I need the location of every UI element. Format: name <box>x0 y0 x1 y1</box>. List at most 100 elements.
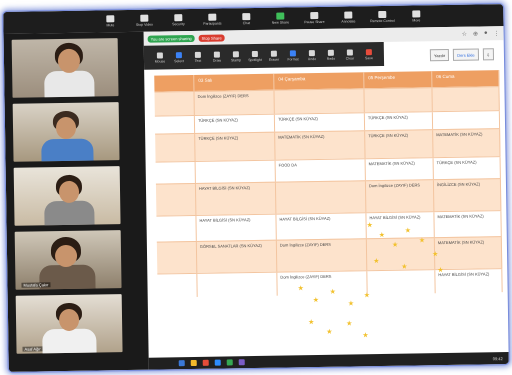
format-tool[interactable]: Format <box>285 49 301 61</box>
profile-icon[interactable]: ● <box>484 30 488 37</box>
annotation-toolbar: Mouse Select Text Draw Stamp Spotlight E… <box>143 41 385 70</box>
camera-icon <box>140 14 149 22</box>
table-cell[interactable]: Dom İngilizce (ZAYIF) DERS <box>277 271 368 296</box>
table-cell[interactable]: FOOD DA <box>275 159 366 182</box>
stamp-tool[interactable]: Stamp <box>228 50 244 62</box>
table-cell[interactable]: MATEMATİK (SN KÜYAZ) <box>433 129 501 158</box>
mouse-tool[interactable]: Mouse <box>152 51 168 63</box>
star-stamp-icon: ★ <box>326 328 333 336</box>
select-tool[interactable]: Select <box>171 51 187 63</box>
table-cell[interactable] <box>155 161 196 184</box>
save-tool[interactable]: Save <box>361 48 377 60</box>
table-cell[interactable]: TÜRKÇE (SN KÜYAZ) <box>365 130 434 159</box>
menu-icon[interactable]: ⋮ <box>494 30 500 37</box>
table-row: TÜRKÇE (SN KÜYAZ) MATEMATİK (SN KÜYAZ) TÜR… <box>155 128 501 162</box>
remote-control-button[interactable]: Remote Control <box>365 10 399 24</box>
table-cell[interactable]: İNGİLİZCE (SN KÜYAZ) <box>433 179 502 212</box>
clear-tool[interactable]: Clear <box>342 48 358 60</box>
table-cell[interactable]: MATEMATİK (SN KÜYAZ) <box>275 131 366 160</box>
new-share-button[interactable]: New Share <box>263 12 297 25</box>
table-cell[interactable] <box>154 91 195 116</box>
chat-icon <box>242 13 251 21</box>
draw-tool[interactable]: Draw <box>209 51 225 62</box>
extensions-icon[interactable]: ⊕ <box>473 30 478 37</box>
security-button[interactable]: Security <box>161 14 195 27</box>
microphone-icon <box>106 15 115 23</box>
video-tile[interactable]: Mustafa Çakır <box>14 230 122 290</box>
table-cell[interactable]: GÖRSEL SANATLAR (SN KÜYAZ) <box>196 240 278 273</box>
stop-share-button[interactable]: Stop Share <box>198 33 225 42</box>
add-lesson-button[interactable]: Ders Ekle <box>453 48 479 61</box>
table-cell[interactable]: TÜRKÇE (SN KÜYAZ) <box>194 114 276 133</box>
table-cell[interactable] <box>155 183 197 216</box>
table-cell[interactable] <box>275 181 367 214</box>
draw-icon <box>213 51 220 58</box>
table-cell[interactable] <box>274 89 365 114</box>
table-cell[interactable]: HAYAT BİLGİSİ (SN KÜYAZ) <box>366 212 435 239</box>
table-cell[interactable] <box>195 160 276 183</box>
star-stamp-icon: ★ <box>432 251 439 259</box>
table-cell[interactable]: HAYAT BİLGİSİ (SN KÜYAZ) <box>435 269 503 294</box>
table-cell[interactable] <box>367 270 436 295</box>
app-icon[interactable] <box>226 359 233 366</box>
table-cell[interactable] <box>155 133 196 162</box>
zoom-app-icon[interactable] <box>214 359 221 366</box>
table-cell[interactable]: Dom İngilizce (ZAYIF) DERS <box>276 239 368 272</box>
table-cell[interactable] <box>157 273 198 298</box>
more-button[interactable]: More <box>399 10 433 23</box>
schedule-table: 03 Salı 04 Çarşamba 05 Perşembe 06 Cuma … <box>154 70 503 298</box>
table-cell[interactable]: TÜRKÇE (SN KÜYAZ) <box>195 132 276 161</box>
format-icon <box>289 49 296 56</box>
table-cell[interactable] <box>432 111 501 130</box>
table-cell[interactable] <box>197 272 278 297</box>
video-tile[interactable] <box>13 166 121 226</box>
table-cell[interactable]: Dom İngilizce (ZAYIF) DERS <box>365 180 435 213</box>
text-tool[interactable]: Text <box>190 51 206 62</box>
table-cell[interactable]: TÜRKÇE (SN KÜYAZ) <box>364 112 434 131</box>
table-body: Dom İngilizce (ZAYIF) DERS TÜRKÇE (SN KÜY… <box>154 86 503 298</box>
table-cell[interactable]: HAYAT BİLGİSİ (SN KÜYAZ) <box>196 214 277 241</box>
star-stamp-icon: ★ <box>346 320 353 328</box>
table-cell[interactable]: TÜRKÇE (SN KÜYAZ) <box>433 157 501 180</box>
folder-icon[interactable] <box>190 359 197 367</box>
start-icon[interactable] <box>178 360 185 367</box>
video-tile[interactable] <box>11 38 119 98</box>
star-stamp-icon: ★ <box>391 241 399 249</box>
table-cell[interactable]: HAYAT BİLGİSİ (SN KÜYAZ) <box>276 213 367 240</box>
browser-icon[interactable] <box>202 359 209 366</box>
photo-frame: Mute Stop Video Security Participants Ch… <box>3 4 509 372</box>
table-cell[interactable]: Dom İngilizce (ZAYIF) DERS <box>194 90 275 115</box>
table-cell[interactable]: MATEMATİK (SN KÜYAZ) <box>365 158 434 181</box>
video-tile[interactable] <box>12 102 120 162</box>
spotlight-tool[interactable]: Spotlight <box>247 50 263 62</box>
table-cell[interactable]: MATEMATİK (SN KÜYAZ) <box>434 237 503 270</box>
windows-taskbar: 09:42 <box>148 352 509 370</box>
table-cell[interactable] <box>154 115 196 134</box>
app-icon[interactable] <box>238 359 245 366</box>
undo-icon <box>308 49 315 56</box>
print-button[interactable]: Yazdır <box>429 48 450 62</box>
table-cell[interactable] <box>432 87 500 112</box>
table-cell[interactable]: HAYAT BİLGİSİ (SN KÜYAZ) <box>195 182 277 215</box>
mute-button[interactable]: Mute <box>93 15 127 28</box>
video-tile[interactable]: Asaf Ağır <box>15 294 123 354</box>
table-cell[interactable]: TÜRKÇE (SN KÜYAZ) <box>274 113 366 132</box>
text-icon <box>194 51 201 58</box>
undo-tool[interactable]: Undo <box>304 49 320 61</box>
chat-button[interactable]: Chat <box>229 13 263 26</box>
eraser-icon <box>270 50 277 57</box>
table-cell[interactable] <box>156 241 198 274</box>
pen-icon <box>344 11 353 19</box>
table-cell[interactable] <box>364 88 433 113</box>
redo-tool[interactable]: Redo <box>323 49 339 60</box>
participants-button[interactable]: Participants <box>195 13 229 26</box>
eraser-tool[interactable]: Eraser <box>266 50 282 61</box>
table-cell[interactable]: MATEMATİK (SN KÜYAZ) <box>434 211 502 238</box>
annotate-button[interactable]: Annotate <box>331 11 365 24</box>
star-icon[interactable]: ☆ <box>462 30 467 37</box>
export-icon[interactable]: ⇩ <box>482 48 495 61</box>
table-cell[interactable] <box>156 215 197 242</box>
pause-share-button[interactable]: Pause Share <box>297 12 331 25</box>
star-stamp-icon: ★ <box>373 258 380 266</box>
stop-video-button[interactable]: Stop Video <box>127 14 161 27</box>
